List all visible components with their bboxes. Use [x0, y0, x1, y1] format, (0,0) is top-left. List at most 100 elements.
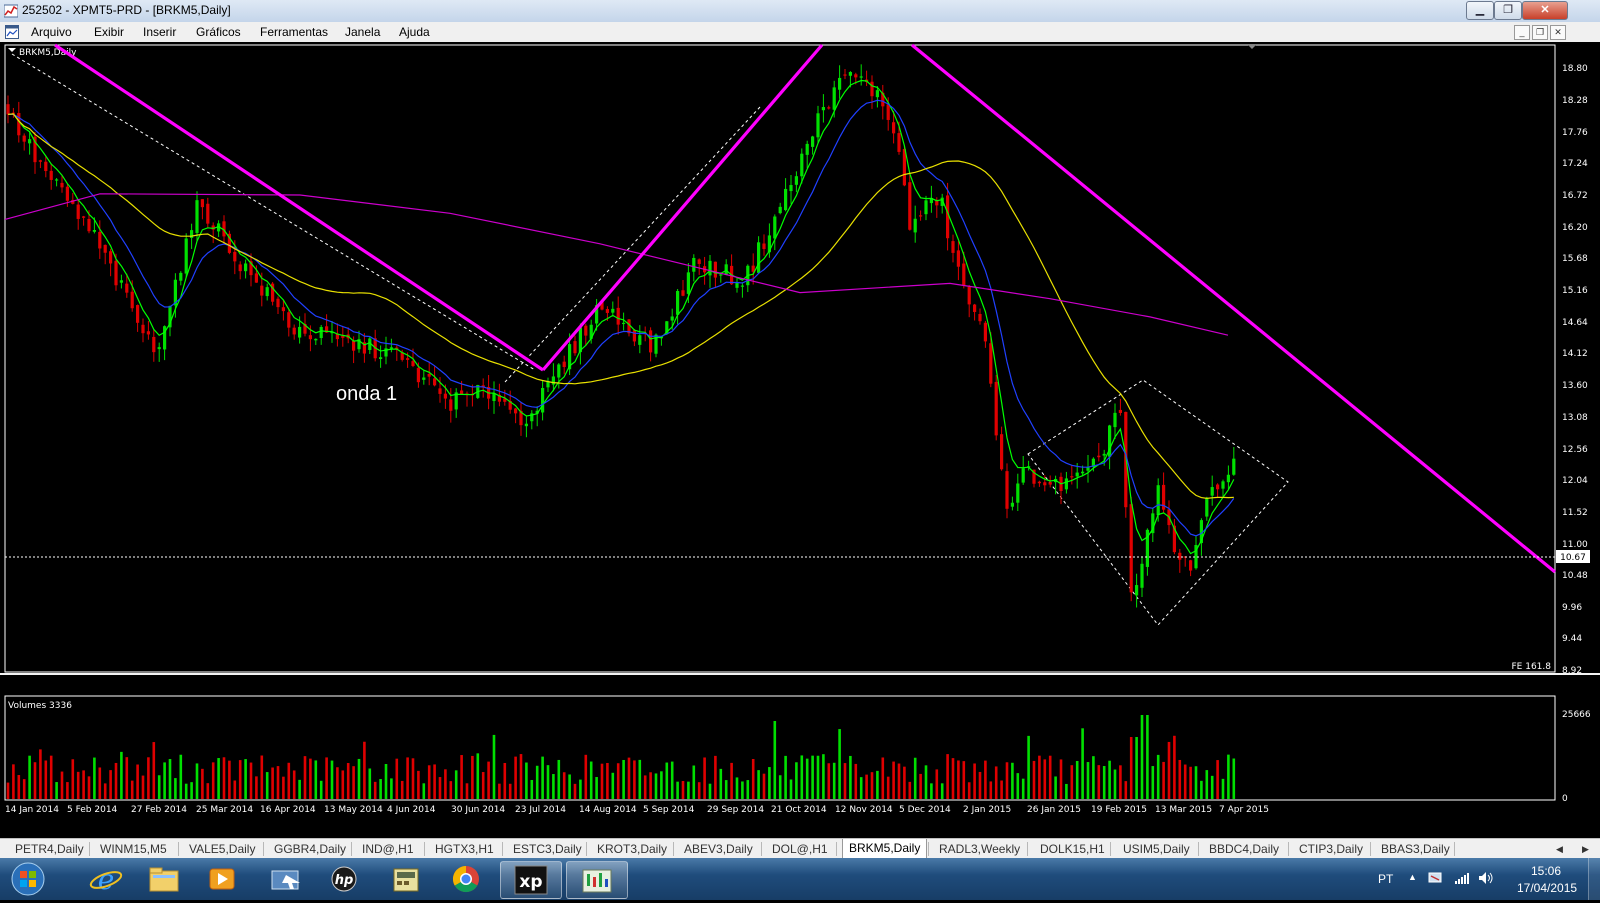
tab-abev3[interactable]: ABEV3,Daily [684, 842, 753, 856]
volume-icon[interactable] [1478, 871, 1494, 885]
tab-bbas3[interactable]: BBAS3,Daily [1381, 842, 1450, 856]
volume-bar [265, 772, 269, 799]
network-signal-icon[interactable] [1454, 871, 1470, 885]
taskbar-metatrader[interactable] [566, 861, 628, 899]
mdi-minimize-button[interactable]: _ [1514, 25, 1530, 40]
menu-janela[interactable]: Janela [345, 25, 380, 39]
volume-bar [201, 768, 204, 799]
menu-ajuda[interactable]: Ajuda [399, 25, 430, 39]
taskbar-tool[interactable] [376, 861, 436, 897]
date-axis-label: 13 Mar 2015 [1155, 805, 1212, 815]
taskbar-explorer[interactable] [134, 861, 194, 897]
menu-exibir[interactable]: Exibir [94, 25, 124, 39]
volume-bar [379, 779, 382, 799]
tab-ggbr4[interactable]: GGBR4,Daily [274, 842, 346, 856]
volume-bar [465, 783, 469, 799]
candle [1086, 454, 1090, 483]
menu-ferramentas[interactable]: Ferramentas [260, 25, 328, 39]
volume-bar [476, 753, 480, 799]
menu-graficos[interactable]: Gráficos [196, 25, 241, 39]
taskbar-media-player[interactable] [192, 861, 252, 897]
scroll-right-icon[interactable]: ▶ [1582, 844, 1589, 855]
tab-ind[interactable]: IND@,H1 [362, 842, 414, 856]
volume-bar [427, 765, 431, 799]
language-indicator[interactable]: PT [1378, 872, 1393, 886]
volume-bar [303, 756, 307, 799]
candle [33, 131, 37, 174]
volume-bar [28, 755, 31, 799]
volume-bar [1119, 765, 1122, 799]
volume-bar [622, 759, 625, 799]
tab-dolk15[interactable]: DOLK15,H1 [1040, 842, 1105, 856]
svg-text:hp: hp [335, 873, 354, 888]
taskbar-hp[interactable]: hp [314, 861, 374, 897]
chart-window-icon[interactable] [5, 25, 19, 39]
tab-dol[interactable]: DOL@,H1 [772, 842, 828, 856]
maximize-button[interactable]: ❐ [1494, 1, 1522, 20]
date-axis-label: 25 Mar 2014 [196, 805, 253, 815]
tab-krot3[interactable]: KROT3,Daily [597, 842, 667, 856]
candle [22, 133, 26, 151]
show-desktop-button[interactable] [1588, 858, 1600, 900]
action-center-icon[interactable] [1428, 871, 1442, 885]
taskbar-app[interactable] [256, 861, 316, 897]
mdi-close-button[interactable]: ✕ [1550, 25, 1566, 40]
candle [1183, 556, 1187, 567]
candle [838, 65, 842, 99]
tab-separator [351, 842, 352, 856]
tab-vale5[interactable]: VALE5,Daily [189, 842, 255, 856]
taskbar-chrome[interactable] [436, 861, 496, 897]
tab-winm15[interactable]: WINM15,M5 [100, 842, 167, 856]
close-button[interactable]: ✕ [1522, 1, 1568, 20]
chart-area[interactable]: BRKM5,Daily Volumes 3336 FE 161.8 onda 1… [0, 42, 1600, 838]
volume-bar [930, 783, 933, 799]
candle [49, 163, 53, 190]
tab-estc3[interactable]: ESTC3,Daily [513, 842, 582, 856]
fe-label: FE 161.8 [1512, 662, 1552, 672]
tab-ctip3[interactable]: CTIP3,Daily [1299, 842, 1363, 856]
volume-bar [962, 761, 966, 799]
candle [730, 254, 734, 285]
volume-bar [649, 772, 652, 799]
candle [821, 94, 825, 123]
taskbar-xp[interactable]: xp [500, 861, 562, 899]
volume-bar [886, 776, 890, 799]
volume-bar [1210, 775, 1214, 799]
start-button[interactable] [2, 861, 54, 897]
tab-petr4[interactable]: PETR4,Daily [15, 842, 84, 856]
clock-time[interactable]: 15:06 [1531, 864, 1561, 878]
scroll-left-icon[interactable]: ◀ [1556, 844, 1563, 855]
volume-bar [433, 764, 436, 799]
candle [292, 324, 296, 340]
volume-bar [136, 764, 139, 799]
volume-bar [1021, 778, 1025, 799]
clock-date[interactable]: 17/04/2015 [1517, 881, 1577, 895]
candle [206, 197, 210, 229]
menu-inserir[interactable]: Inserir [143, 25, 176, 39]
menu-arquivo[interactable]: Arquivo [31, 25, 72, 39]
volume-bar [541, 756, 544, 799]
volume-bar [1108, 760, 1111, 799]
volume-bar [417, 770, 420, 799]
minimize-button[interactable]: ▁ [1466, 1, 1494, 20]
mdi-restore-button[interactable]: ❐ [1532, 25, 1548, 40]
chart-menu-arrow-icon[interactable] [8, 48, 16, 52]
show-hidden-icons[interactable]: ▲ [1408, 872, 1417, 882]
tab-radl3[interactable]: RADL3,Weekly [939, 842, 1020, 856]
tab-bbdc4[interactable]: BBDC4,Daily [1209, 842, 1279, 856]
volume-bar [1129, 737, 1133, 799]
candle [616, 296, 620, 335]
tab-hgtx3[interactable]: HGTX3,H1 [435, 842, 494, 856]
candle [649, 327, 653, 362]
tab-usim5[interactable]: USIM5,Daily [1123, 842, 1190, 856]
tab-brkm5[interactable]: BRKM5,Daily [842, 839, 928, 859]
taskbar-ie[interactable]: e [76, 861, 136, 897]
candle [341, 326, 345, 347]
volume-bar [125, 757, 129, 799]
tab-separator [1370, 842, 1371, 856]
price-chart[interactable]: BRKM5,Daily Volumes 3336 FE 161.8 onda 1… [0, 42, 1600, 838]
volume-bar [573, 783, 577, 799]
tab-separator [928, 842, 929, 856]
volume-bar [244, 759, 247, 799]
volume-bar [260, 755, 264, 799]
